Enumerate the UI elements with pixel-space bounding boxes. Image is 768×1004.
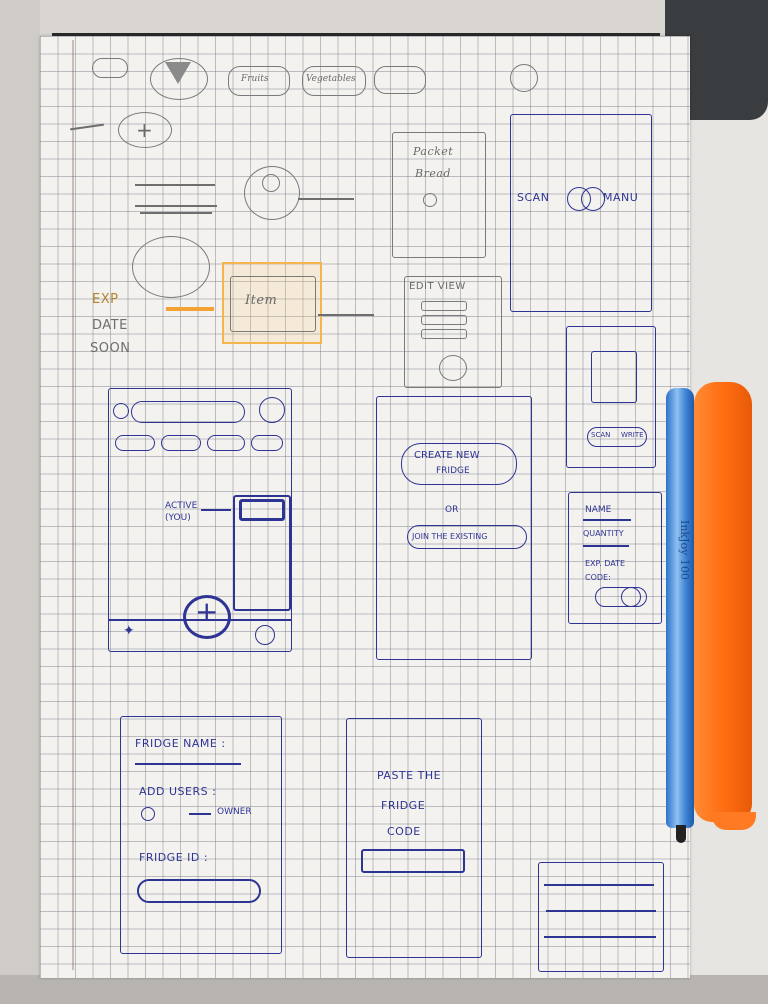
- or-label: OR: [445, 505, 459, 515]
- join-button-label: JOIN THE EXISTING: [412, 532, 488, 541]
- main-add-plus-icon: +: [195, 595, 219, 628]
- avatar-line: [298, 198, 354, 200]
- join-fridge-button: JOIN THE EXISTING: [407, 525, 527, 549]
- main-chip-1: [115, 435, 155, 451]
- edit-row-1: [421, 301, 467, 311]
- scribble-box: [538, 862, 664, 972]
- desk-bottom: [0, 975, 768, 1004]
- add-circle: +: [118, 112, 172, 148]
- menu-icon: [510, 64, 538, 92]
- add-users-label: ADD USERS :: [139, 785, 217, 798]
- owner-label: OWNER: [217, 807, 252, 817]
- add-user-icon: [141, 807, 155, 821]
- orange-highlighter: [694, 382, 752, 822]
- scan-screen-box: SCAN MANU: [510, 114, 652, 312]
- paste-code-field: [361, 849, 465, 873]
- chip-vegetables: Vegetables: [302, 66, 366, 96]
- scan-label: SCAN: [517, 191, 550, 204]
- form-name-label: NAME: [585, 505, 612, 515]
- main-filter-icon: [113, 403, 129, 419]
- you-label: (YOU): [165, 513, 191, 523]
- faded-circle: [132, 236, 210, 298]
- blue-pen-brand: InkJoy 100: [678, 520, 691, 580]
- create-fridge-button: CREATE NEW FRIDGE: [401, 443, 517, 485]
- list-line-1: [135, 184, 215, 186]
- main-profile-icon: [255, 625, 275, 645]
- item-card: Item: [230, 276, 316, 332]
- main-bottom-divider: [109, 619, 291, 621]
- list-line-2: [135, 205, 217, 207]
- paste-line1: PASTE THE: [377, 769, 442, 782]
- exp-line3: SOON: [90, 341, 131, 356]
- main-chip-4: [251, 435, 283, 451]
- avatar-head: [262, 174, 280, 192]
- create-button-label: CREATE NEW: [414, 450, 480, 461]
- edit-view-title: EDIT VIEW: [409, 281, 466, 292]
- create-button-label2: FRIDGE: [436, 466, 470, 476]
- chip-fruits: Fruits: [228, 66, 290, 96]
- item-form-screen: NAME QUANTITY EXP. DATE CODE:: [568, 492, 662, 624]
- cloud-icon: [92, 58, 128, 78]
- create-join-screen: CREATE NEW FRIDGE OR JOIN THE EXISTING: [376, 396, 532, 660]
- edit-view-box: EDIT VIEW: [404, 276, 502, 388]
- chip-empty: [374, 66, 426, 94]
- scribble-line-1: [544, 884, 654, 886]
- exp-line1: EXP: [92, 292, 119, 307]
- exp-line2: DATE: [92, 318, 128, 333]
- list-line-3: [140, 212, 212, 214]
- fridge-id-field: [137, 879, 261, 903]
- active-arrow: [201, 509, 231, 511]
- scribble-line-2: [546, 910, 656, 912]
- paste-line3: CODE: [387, 825, 421, 838]
- pantry-add-icon: [423, 193, 437, 207]
- main-chip-2: [161, 435, 201, 451]
- orange-highlighter-cap: [712, 812, 756, 830]
- form-exp-label: EXP. DATE: [585, 559, 626, 568]
- pantry-sketch-box: Packet Bread: [392, 132, 486, 258]
- active-label: ACTIVE: [165, 501, 198, 511]
- camera-frame: [591, 351, 637, 403]
- pantry-line2: Bread: [415, 167, 451, 180]
- fridge-active-item: [239, 499, 285, 521]
- small-scan-screen: SCAN WRITE: [566, 326, 656, 468]
- fridge-name-line: [135, 763, 241, 765]
- main-screen-box: ACTIVE (YOU) + ✦: [108, 388, 292, 652]
- desk-left: [0, 0, 40, 1004]
- main-search-bar: [131, 401, 245, 423]
- edit-row-3: [421, 329, 467, 339]
- fridge-id-label: FRIDGE ID :: [139, 851, 209, 864]
- chip-fruits-label: Fruits: [241, 74, 269, 84]
- owner-arrow: [189, 813, 211, 815]
- item-highlight-box: Item: [222, 262, 322, 344]
- toggle-right-circle: [581, 187, 605, 211]
- magic-wand-icon: ✦: [123, 623, 135, 639]
- paste-code-screen: PASTE THE FRIDGE CODE: [346, 718, 482, 958]
- main-settings-icon: [259, 397, 285, 423]
- filter-icon: [165, 62, 191, 84]
- paper-margin-line: [72, 40, 74, 970]
- small-scan-label: SCAN: [591, 431, 611, 439]
- manual-label: MANU: [603, 191, 639, 204]
- form-toggle-knob: [621, 587, 641, 607]
- chip-vegetables-label: Vegetables: [306, 74, 356, 84]
- form-code-label: CODE:: [585, 573, 611, 582]
- item-label: Item: [245, 293, 278, 308]
- paste-line2: FRIDGE: [381, 799, 426, 812]
- edit-row-2: [421, 315, 467, 325]
- plus-icon: +: [136, 118, 153, 142]
- small-write-label: WRITE: [621, 431, 644, 439]
- form-quantity-line: [583, 545, 629, 547]
- form-name-line: [583, 519, 631, 521]
- fridge-name-label: FRIDGE NAME :: [135, 737, 226, 750]
- pantry-line1: Packet: [413, 145, 454, 158]
- edit-close-icon: [439, 355, 467, 381]
- fridge-setup-screen: FRIDGE NAME : ADD USERS : OWNER FRIDGE I…: [120, 716, 282, 954]
- item-arrow: [318, 314, 374, 316]
- blue-pen-tip: [676, 825, 686, 843]
- form-quantity-label: QUANTITY: [583, 529, 624, 538]
- orange-highlight-bar: [166, 307, 214, 311]
- main-chip-3: [207, 435, 245, 451]
- scribble-line-3: [544, 936, 656, 938]
